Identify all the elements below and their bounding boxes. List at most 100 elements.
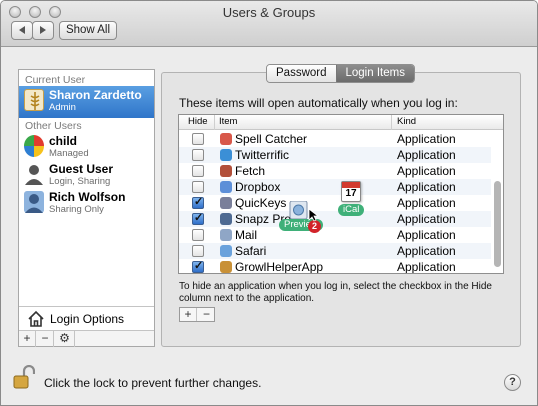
current-user-header: Current User [25, 74, 86, 86]
user-role: Admin [49, 102, 76, 113]
user-name: Rich Wolfson [49, 190, 126, 204]
item-kind: Application [397, 244, 456, 258]
user-role: Managed [49, 148, 89, 159]
table-row[interactable]: Snapz Pro XApplication [179, 211, 491, 227]
hide-checkbox[interactable] [192, 165, 204, 177]
column-item[interactable]: Item [219, 116, 237, 127]
login-options[interactable]: Login Options [19, 306, 154, 330]
table-header: Hide Item Kind [179, 115, 503, 130]
pointer-cursor-icon [308, 208, 320, 222]
ball-avatar-icon [24, 135, 44, 157]
app-icon [220, 213, 232, 225]
user-sharon-zardetto[interactable]: Sharon Zardetto Admin [19, 86, 154, 118]
table-row[interactable]: Mail Application [179, 227, 491, 243]
hide-checkbox[interactable] [192, 229, 204, 241]
dragged-ical: 17 iCal [338, 181, 365, 216]
table-row[interactable]: Safari Application [179, 243, 491, 259]
hide-checkbox[interactable] [192, 149, 204, 161]
item-kind: Application [397, 260, 456, 274]
item-name: Spell Catcher [235, 132, 308, 146]
lock-icon[interactable] [13, 364, 36, 389]
users-sidebar: Current User Sharon Zardetto Admin Other… [18, 69, 155, 347]
item-name: Dropbox [235, 180, 281, 194]
ical-date: 17 [345, 188, 357, 199]
tab-password[interactable]: Password [267, 65, 336, 82]
table-row[interactable]: Dropbox Application [179, 179, 491, 195]
app-icon [220, 181, 232, 193]
table-row[interactable]: Fetch Application [179, 163, 491, 179]
scrollbar-thumb[interactable] [494, 181, 501, 267]
add-user-button[interactable]: + [19, 331, 36, 347]
lock-message: Click the lock to prevent further change… [44, 376, 262, 390]
app-icon [220, 197, 232, 209]
app-icon [220, 149, 232, 161]
house-icon [27, 310, 45, 328]
back-arrow-icon [19, 25, 25, 34]
hide-checkbox[interactable] [192, 133, 204, 145]
login-items-heading: These items will open automatically when… [179, 96, 458, 110]
add-remove-control: + − [179, 307, 215, 322]
hide-checkbox[interactable] [192, 195, 204, 209]
user-name: child [49, 134, 78, 148]
user-role: Login, Sharing [49, 176, 111, 187]
hide-checkbox[interactable] [192, 259, 204, 273]
remove-user-button[interactable]: − [37, 331, 54, 347]
app-icon [220, 133, 232, 145]
app-icon [220, 229, 232, 241]
calendar-icon: 17 [341, 181, 361, 202]
person-silhouette-icon [24, 191, 44, 213]
item-kind: Application [397, 212, 456, 226]
hide-checkbox[interactable] [192, 181, 204, 193]
item-name: Safari [235, 244, 267, 258]
item-kind: Application [397, 164, 456, 178]
forward-arrow-icon [40, 25, 46, 34]
table-row[interactable]: GrowlHelperApp Application [179, 259, 491, 274]
user-name: Sharon Zardetto [49, 88, 142, 102]
user-role: Sharing Only [49, 204, 104, 215]
window-title: Users & Groups [222, 5, 316, 20]
table-row[interactable]: Spell Catcher Application [179, 131, 491, 147]
user-rich-wolfson[interactable]: Rich Wolfson Sharing Only [19, 188, 154, 220]
login-options-label: Login Options [50, 312, 125, 326]
person-silhouette-icon [24, 163, 44, 185]
back-button[interactable] [11, 21, 33, 40]
item-name: Twitterrific [235, 148, 289, 162]
user-name: Guest User [49, 162, 114, 176]
item-name: GrowlHelperApp [235, 260, 324, 274]
table-row[interactable]: QuicKeysApplication [179, 195, 491, 211]
dragged-preview: Preview 2 [279, 200, 329, 238]
tab-bar: Password Login Items [266, 64, 415, 83]
item-kind: Application [397, 228, 456, 242]
help-button[interactable]: ? [504, 374, 521, 391]
app-icon [220, 245, 232, 257]
other-users-header: Other Users [25, 120, 82, 132]
gear-icon[interactable]: ⚙ [55, 331, 75, 347]
app-icon [220, 165, 232, 177]
tab-login-items[interactable]: Login Items [335, 65, 414, 82]
column-hide[interactable]: Hide [188, 116, 208, 127]
caduceus-avatar-icon [24, 89, 44, 111]
sidebar-toolbar: + − ⚙ [19, 330, 154, 347]
hide-checkbox[interactable] [192, 245, 204, 257]
column-divider [391, 115, 392, 130]
table-row[interactable]: Twitterrific Application [179, 147, 491, 163]
item-kind: Application [397, 132, 456, 146]
table-scrollbar[interactable] [493, 131, 502, 273]
users-groups-window: Users & Groups Show All Current User Sha… [0, 0, 538, 406]
hide-hint-text: To hide an application when you log in, … [179, 281, 492, 304]
item-kind: Application [397, 196, 456, 210]
item-name: Fetch [235, 164, 266, 178]
remove-login-item-button[interactable]: − [198, 308, 215, 321]
forward-button[interactable] [32, 21, 54, 40]
item-kind: Application [397, 180, 456, 194]
title-bar: Users & Groups Show All [1, 1, 537, 47]
column-kind[interactable]: Kind [397, 116, 416, 127]
item-kind: Application [397, 148, 456, 162]
show-all-button[interactable]: Show All [59, 21, 117, 40]
item-name: Mail [235, 228, 258, 242]
hide-checkbox[interactable] [192, 211, 204, 225]
column-divider [214, 115, 215, 130]
ical-tag: iCal [338, 204, 365, 216]
add-login-item-button[interactable]: + [180, 308, 197, 321]
app-icon [220, 261, 232, 273]
